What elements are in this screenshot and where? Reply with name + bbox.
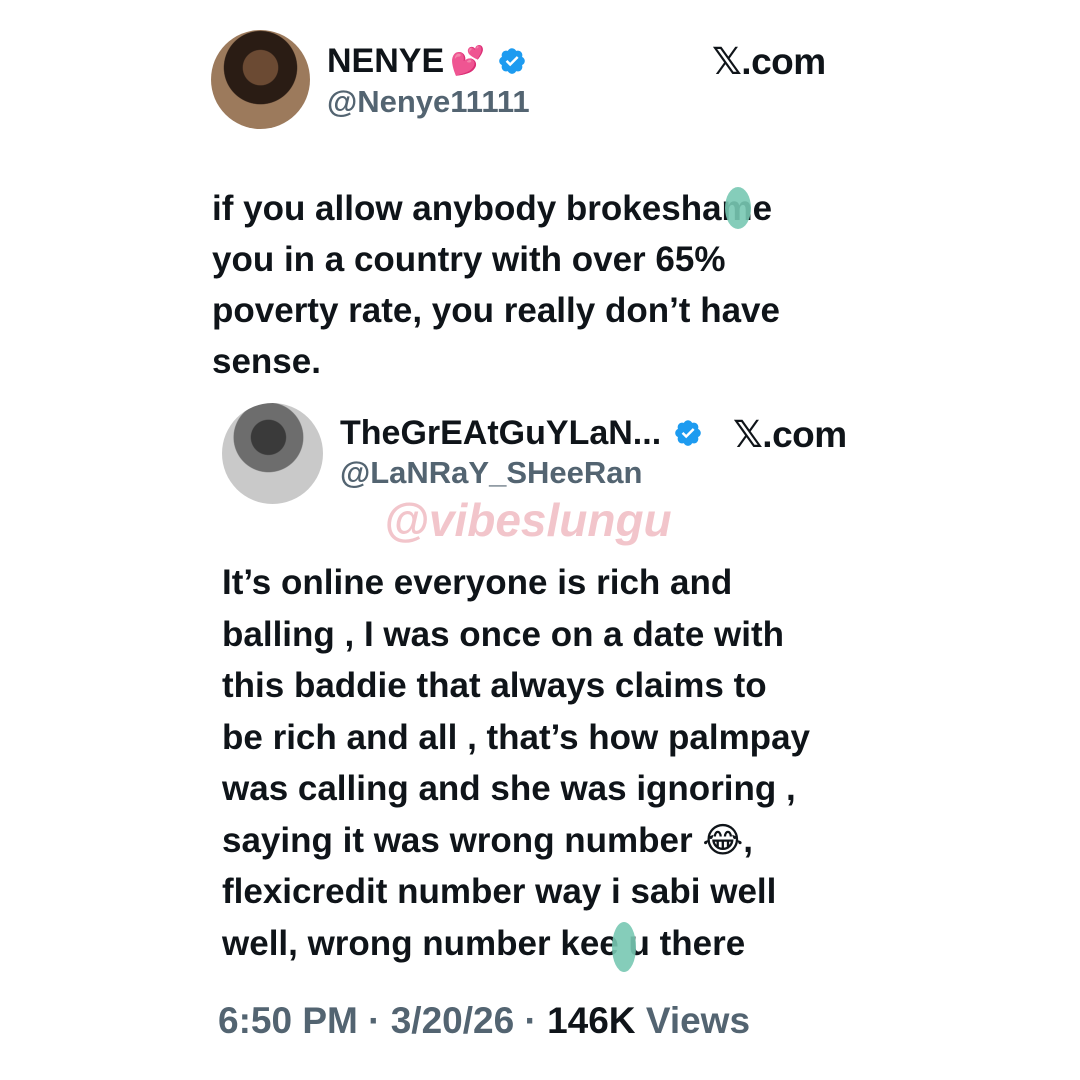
quoted-tweet-line: saying it was wrong number 😂, (222, 820, 753, 860)
redaction-mark (612, 922, 636, 972)
views-count[interactable]: 146K (547, 1000, 635, 1041)
quoted-tweet-line: this baddie that always claims to (222, 666, 767, 705)
tweet-line: if you allow anybody brokeshame (212, 189, 773, 228)
tweet-time[interactable]: 6:50 PM (218, 1000, 358, 1041)
quoted-author-avatar[interactable] (222, 403, 323, 504)
quoted-tweet-line: well, wrong number kee u there (222, 923, 746, 963)
quoted-author-display-name[interactable]: TheGrEAtGuYLaN... (340, 413, 661, 453)
quoted-tweet-line: be rich and all , that’s how palmpay (222, 717, 810, 757)
redaction-mark (725, 187, 751, 229)
quoted-author-handle[interactable]: @LaNRaY_SHeeRan (340, 455, 642, 491)
tweet-line: poverty rate, you really don’t have (212, 291, 780, 330)
tweet-line: sense. (212, 342, 321, 381)
quoted-source-label: 𝕏.com (733, 414, 847, 455)
tweet-line: you in a country with over 65% (212, 240, 726, 279)
tweet-text: if you allow anybody brokeshame you in a… (212, 183, 780, 387)
separator-dot: · (368, 1000, 381, 1041)
quoted-tweet-text: It’s online everyone is rich and balling… (222, 557, 810, 969)
quoted-author-name-row[interactable]: TheGrEAtGuYLaN... (340, 413, 703, 453)
source-label: 𝕏.com (712, 41, 826, 82)
quoted-tweet-line: It’s online everyone is rich and (222, 563, 733, 602)
verified-badge-icon (675, 420, 701, 446)
author-avatar[interactable] (211, 30, 310, 129)
hearts-emoji: 💕 (450, 45, 486, 76)
author-handle[interactable]: @Nenye11111 (327, 84, 530, 120)
views-label: Views (645, 1000, 751, 1041)
tweet-metadata: 6:50 PM · 3/20/26 · 146K Views (218, 1000, 750, 1042)
author-display-name[interactable]: NENYE (327, 41, 444, 81)
watermark: @vibeslungu (384, 494, 672, 546)
tweet-date[interactable]: 3/20/26 (391, 1000, 514, 1041)
separator-dot: · (524, 1000, 537, 1041)
quoted-tweet-line: flexicredit number way i sabi well (222, 872, 777, 911)
verified-badge-icon (499, 48, 525, 74)
quoted-tweet-line: was calling and she was ignoring , (222, 769, 796, 808)
quoted-tweet-line: balling , I was once on a date with (222, 614, 785, 654)
author-name-row[interactable]: NENYE 💕 (327, 41, 527, 81)
